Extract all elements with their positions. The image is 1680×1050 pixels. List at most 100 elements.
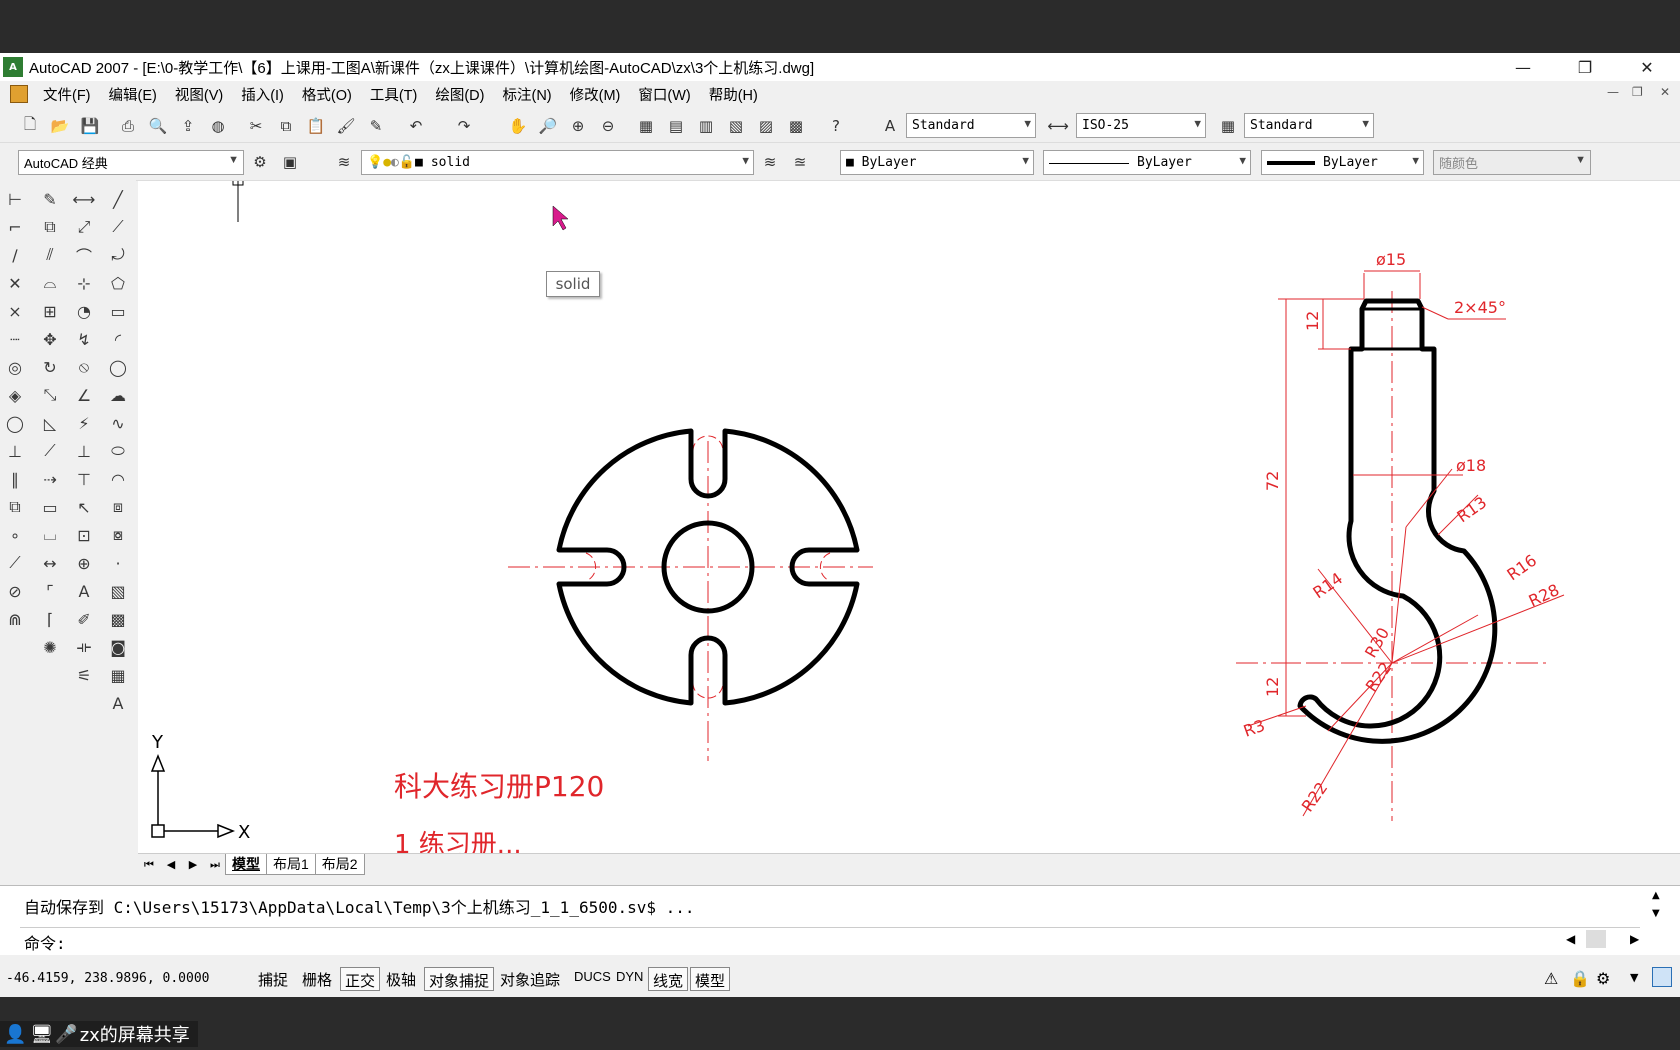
tool-palettes-icon[interactable]: ▥ (694, 114, 718, 138)
menu-edit[interactable]: 编辑(E) (100, 84, 166, 105)
minimize-button[interactable]: — (1492, 53, 1554, 81)
snap-insert-icon[interactable]: ⧉ (3, 495, 27, 519)
gradient-icon[interactable]: ▩ (106, 607, 130, 631)
preview-icon[interactable]: 🔍 (146, 114, 170, 138)
menu-help[interactable]: 帮助(H) (700, 84, 767, 105)
make-block-icon[interactable]: ⧇ (106, 523, 130, 547)
pan-icon[interactable]: ✋ (506, 114, 530, 138)
dyn-toggle[interactable]: DYN (612, 967, 647, 991)
menu-view[interactable]: 视图(V) (166, 84, 232, 105)
revision-cloud-icon[interactable]: ☁ (106, 383, 130, 407)
restore-button[interactable]: ❐ (1554, 53, 1616, 81)
color-select[interactable]: ■ ByLayer ▼ (840, 150, 1034, 175)
osnap-settings-icon[interactable]: ⋒ (3, 607, 27, 631)
point-icon[interactable]: · (106, 551, 130, 575)
tab-layout1[interactable]: 布局1 (266, 854, 316, 875)
new-icon[interactable]: 🗋 (18, 114, 42, 138)
chamfer-icon[interactable]: ⌜ (38, 579, 62, 603)
status-tray-icon[interactable]: ⚙ (1596, 969, 1610, 988)
block-editor-icon[interactable]: ✎ (364, 114, 388, 138)
snap-quadrant-icon[interactable]: ◈ (3, 383, 27, 407)
snap-apparent-icon[interactable]: ⨯ (3, 299, 27, 323)
doc-close-button[interactable]: ✕ (1660, 85, 1670, 99)
drawing-area[interactable]: Y X 科大练习册P120 1 练习册... ø15 2×45° 12 ø18 … (138, 181, 1680, 853)
snap-extension-icon[interactable]: ┈ (3, 327, 27, 351)
spline-icon[interactable]: ∿ (106, 411, 130, 435)
snap-center-icon[interactable]: ◎ (3, 355, 27, 379)
menu-tools[interactable]: 工具(T) (361, 84, 427, 105)
snap-perpendicular-icon[interactable]: ⊥ (3, 439, 27, 463)
layer-previous-icon[interactable]: ≊ (788, 150, 812, 174)
communication-center-icon[interactable]: ⚠ (1544, 969, 1558, 988)
region-icon[interactable]: ◙ (106, 635, 130, 659)
snap-nearest-icon[interactable]: ⟋ (3, 551, 27, 575)
dim-edit-icon[interactable]: A (72, 579, 96, 603)
prev-tab-icon[interactable]: ◀ (160, 858, 182, 871)
break-point-icon[interactable]: ▭ (38, 495, 62, 519)
construction-line-icon[interactable]: ⟋ (106, 215, 130, 239)
grid-toggle[interactable]: 栅格 (298, 967, 336, 991)
screen-share-badge[interactable]: 👤 🖥 🎤 zx的屏幕共享 (0, 1021, 198, 1047)
menu-modify[interactable]: 修改(M) (561, 84, 630, 105)
dim-arc-icon[interactable]: ⌒ (72, 243, 96, 267)
dim-continue-icon[interactable]: ⊤ (72, 467, 96, 491)
rotate-icon[interactable]: ↻ (38, 355, 62, 379)
insert-block-icon[interactable]: ⧈ (106, 495, 130, 519)
dim-angular-icon[interactable]: ∠ (72, 383, 96, 407)
ellipse-icon[interactable]: ⬭ (106, 439, 130, 463)
dim-text-edit-icon[interactable]: ✐ (72, 607, 96, 631)
offset-icon[interactable]: ⌓ (38, 271, 62, 295)
sheet-set-icon[interactable]: ▧ (724, 114, 748, 138)
ortho-toggle[interactable]: 正交 (340, 967, 381, 991)
table-style-select[interactable]: Standard ▼ (1244, 113, 1374, 138)
dim-update-icon[interactable]: ⟛ (72, 635, 96, 659)
menu-draw[interactable]: 绘图(D) (426, 84, 493, 105)
fillet-icon[interactable]: ⌈ (38, 607, 62, 631)
erase-icon[interactable]: ✎ (38, 187, 62, 211)
scroll-up-icon[interactable]: ▲ (1652, 890, 1660, 901)
trim-icon[interactable]: ⟋ (38, 439, 62, 463)
text-style-select[interactable]: Standard ▼ (906, 113, 1036, 138)
doc-minimize-button[interactable]: — (1607, 85, 1619, 99)
otrack-toggle[interactable]: 对象追踪 (496, 967, 564, 991)
stretch-icon[interactable]: ◺ (38, 411, 62, 435)
calculator-icon[interactable]: ▩ (784, 114, 808, 138)
copy-object-icon[interactable]: ⧉ (38, 215, 62, 239)
hatch-icon[interactable]: ▧ (106, 579, 130, 603)
snap-midpoint-icon[interactable]: ∕ (3, 243, 27, 267)
toolbar-lock-icon[interactable]: 🔒 (1570, 969, 1590, 988)
quick-dim-icon[interactable]: ⚡ (72, 411, 96, 435)
make-current-layer-icon[interactable]: ≋ (758, 150, 782, 174)
mtext-icon[interactable]: A (106, 691, 130, 715)
design-center-icon[interactable]: ▤ (664, 114, 688, 138)
help-icon[interactable]: ? (824, 114, 848, 138)
tab-layout2[interactable]: 布局2 (314, 854, 365, 875)
last-tab-icon[interactable]: ⏭ (204, 858, 226, 872)
polar-toggle[interactable]: 极轴 (382, 967, 420, 991)
doc-restore-button[interactable]: ❐ (1632, 85, 1643, 99)
lineweight-toggle[interactable]: 线宽 (648, 967, 689, 991)
extend-icon[interactable]: ⇢ (38, 467, 62, 491)
menu-dimension[interactable]: 标注(N) (493, 84, 560, 105)
status-menu-icon[interactable]: ▼ (1630, 971, 1638, 984)
table-style-icon[interactable]: ▦ (1216, 114, 1240, 138)
dim-linear-icon[interactable]: ⊢ (3, 187, 27, 211)
snap-endpoint-icon[interactable]: ⌐ (3, 215, 27, 239)
dim-linear2-icon[interactable]: ⟷ (72, 187, 96, 211)
menu-insert[interactable]: 插入(I) (232, 84, 293, 105)
polygon-icon[interactable]: ⬠ (106, 271, 130, 295)
publish-icon[interactable]: ⇪ (176, 114, 200, 138)
paste-icon[interactable]: 📋 (304, 114, 328, 138)
scroll-left-icon[interactable]: ◀ (1566, 932, 1575, 946)
explode-icon[interactable]: ✺ (38, 635, 62, 659)
dim-diameter-icon[interactable]: ⦸ (72, 355, 96, 379)
polyline-icon[interactable]: ⤾ (106, 243, 130, 267)
break-icon[interactable]: ⌴ (38, 523, 62, 547)
snap-tangent-icon[interactable]: ◯ (3, 411, 27, 435)
scroll-right-icon[interactable]: ▶ (1630, 932, 1639, 946)
snap-node-icon[interactable]: ∘ (3, 523, 27, 547)
dim-baseline-icon[interactable]: ⊥ (72, 439, 96, 463)
plot-icon[interactable]: ⎙ (116, 114, 140, 138)
undo-icon[interactable]: ↶ (404, 114, 428, 138)
redo-icon[interactable]: ↷ (452, 114, 476, 138)
